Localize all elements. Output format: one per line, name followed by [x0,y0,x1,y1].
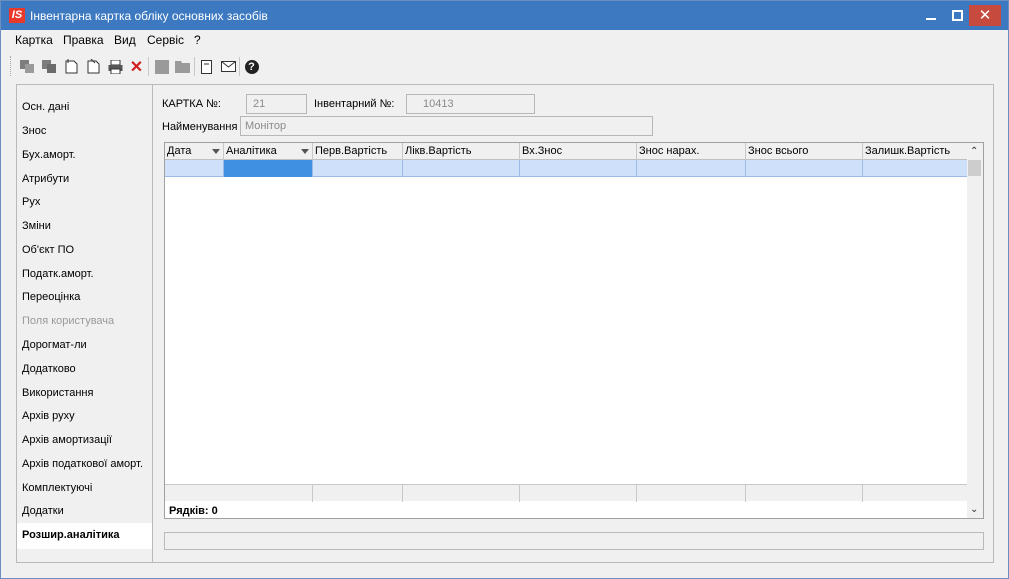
column-header-label: Дата [167,145,192,157]
main-panel: КАРТКА №: 21 Інвентарний №: 10413 Наймен… [152,84,994,563]
summary-cell [313,485,403,502]
column-header-total-depreciation[interactable]: Знос всього [746,143,863,160]
main-window: IS Інвентарна картка обліку основних зас… [0,0,1009,579]
scroll-up-icon[interactable]: ⌃ [970,146,978,157]
grid-header: Дата Аналітика Перв.Вартість Лікв.Вартіс… [165,143,967,160]
summary-cell [165,485,313,502]
toolbar-separator [194,57,195,76]
nav-item-movement-archive[interactable]: Архів руху [22,410,75,422]
grid-cell[interactable] [637,160,746,177]
mail-icon[interactable] [220,58,237,75]
summary-cell [520,485,637,502]
menu-bar: Картка Правка Вид Сервіс ? [1,30,1008,50]
nav-item-attachments[interactable]: Додатки [22,505,64,517]
minimize-button[interactable] [917,1,945,30]
copy-icon[interactable] [19,58,36,75]
nav-item-object-po[interactable]: Об'єкт ПО [22,244,74,256]
window-title: Інвентарна картка обліку основних засобі… [30,9,268,23]
column-header-analytics[interactable]: Аналітика [224,143,313,160]
column-header-initial-cost[interactable]: Перв.Вартість [313,143,403,160]
analytics-grid[interactable]: Дата Аналітика Перв.Вартість Лікв.Вартіс… [164,142,984,519]
column-header-initial-depreciation[interactable]: Вх.Знос [520,143,637,160]
column-header-liquidation-cost[interactable]: Лікв.Вартість [403,143,520,160]
dropdown-arrow-icon[interactable] [301,149,309,154]
folder-icon[interactable] [174,58,191,75]
menu-help[interactable]: ? [194,33,201,47]
vertical-scrollbar[interactable]: ⌃ ⌄ [967,143,983,518]
grid-cell[interactable] [746,160,863,177]
toolbar-grip[interactable] [10,56,13,76]
grid-cell[interactable] [863,160,967,177]
card-number-field[interactable]: 21 [246,94,307,114]
name-field[interactable]: Монітор [240,116,653,136]
grid-cell[interactable] [165,160,224,177]
grid-cell-focused[interactable] [224,160,313,177]
nav-item-precious-materials[interactable]: Дорогмат-ли [22,339,87,351]
nav-item-amort-archive[interactable]: Архів амортизації [22,434,112,446]
column-header-residual-cost[interactable]: Залишк.Вартість [863,143,967,160]
app-logo-icon: IS [9,8,25,23]
nav-item-additional[interactable]: Додатково [22,363,76,375]
nav-item-tax-amort-archive[interactable]: Архів податкової аморт. [22,458,143,470]
summary-cell [746,485,863,502]
nav-item-movement[interactable]: Рух [22,196,40,208]
sidebar-nav: Осн. дані Знос Бух.аморт. Атрибути Рух З… [16,84,167,563]
help-icon[interactable]: ? [243,58,260,75]
menu-edit[interactable]: Правка [63,33,104,47]
edit-document-icon[interactable] [85,58,102,75]
help-glyph: ? [244,59,259,74]
dropdown-arrow-icon[interactable] [212,149,220,154]
nav-item-extended-analytics[interactable]: Розшир.аналітика [22,529,120,541]
nav-item-user-fields: Поля користувача [22,315,115,327]
column-header-label: Аналітика [226,145,277,157]
print-icon[interactable] [107,58,124,75]
column-header-date[interactable]: Дата [165,143,224,160]
grid-summary-row [165,484,967,502]
maximize-button[interactable] [943,1,971,30]
menu-view[interactable]: Вид [114,33,136,47]
table-row[interactable] [165,160,967,177]
grid-cell[interactable] [520,160,637,177]
title-bar[interactable]: IS Інвентарна картка обліку основних зас… [1,1,1008,30]
row-count-label: Рядків: 0 [169,505,218,517]
card-number-label: КАРТКА №: [162,98,221,110]
name-label: Найменування [162,121,238,133]
menu-service[interactable]: Сервіс [147,33,184,47]
close-button[interactable]: ✕ [969,5,1001,26]
card-icon[interactable] [198,58,215,75]
paste-icon[interactable] [41,58,58,75]
grid-cell[interactable] [403,160,520,177]
nav-item-accounting-amort[interactable]: Бух.аморт. [22,149,76,161]
toolbar: ✕ ? [1,51,1008,81]
status-bar [164,532,984,550]
inventory-number-label: Інвентарний №: [314,98,395,110]
nav-item-usage[interactable]: Використання [22,387,93,399]
menu-card[interactable]: Картка [15,33,53,47]
summary-cell [863,485,967,502]
delete-icon[interactable]: ✕ [128,58,145,76]
scroll-down-icon[interactable]: ⌄ [970,504,978,515]
grid-cell[interactable] [313,160,403,177]
toolbar-separator [148,57,149,76]
new-document-icon[interactable] [63,58,80,75]
save-icon[interactable] [153,58,170,75]
summary-cell [637,485,746,502]
minimize-icon [926,18,936,20]
scrollbar-thumb[interactable] [968,160,981,176]
inventory-number-field[interactable]: 10413 [406,94,535,114]
nav-item-changes[interactable]: Зміни [22,220,51,232]
nav-item-tax-amort[interactable]: Податк.аморт. [22,268,94,280]
summary-cell [403,485,520,502]
toolbar-separator [239,57,240,76]
nav-item-attributes[interactable]: Атрибути [22,173,69,185]
maximize-icon [952,10,963,21]
nav-item-revaluation[interactable]: Переоцінка [22,291,80,303]
nav-item-depreciation[interactable]: Знос [22,125,46,137]
nav-item-main-data[interactable]: Осн. дані [22,101,69,113]
nav-item-components[interactable]: Комплектуючі [22,482,92,494]
column-header-accrued-depreciation[interactable]: Знос нарах. [637,143,746,160]
